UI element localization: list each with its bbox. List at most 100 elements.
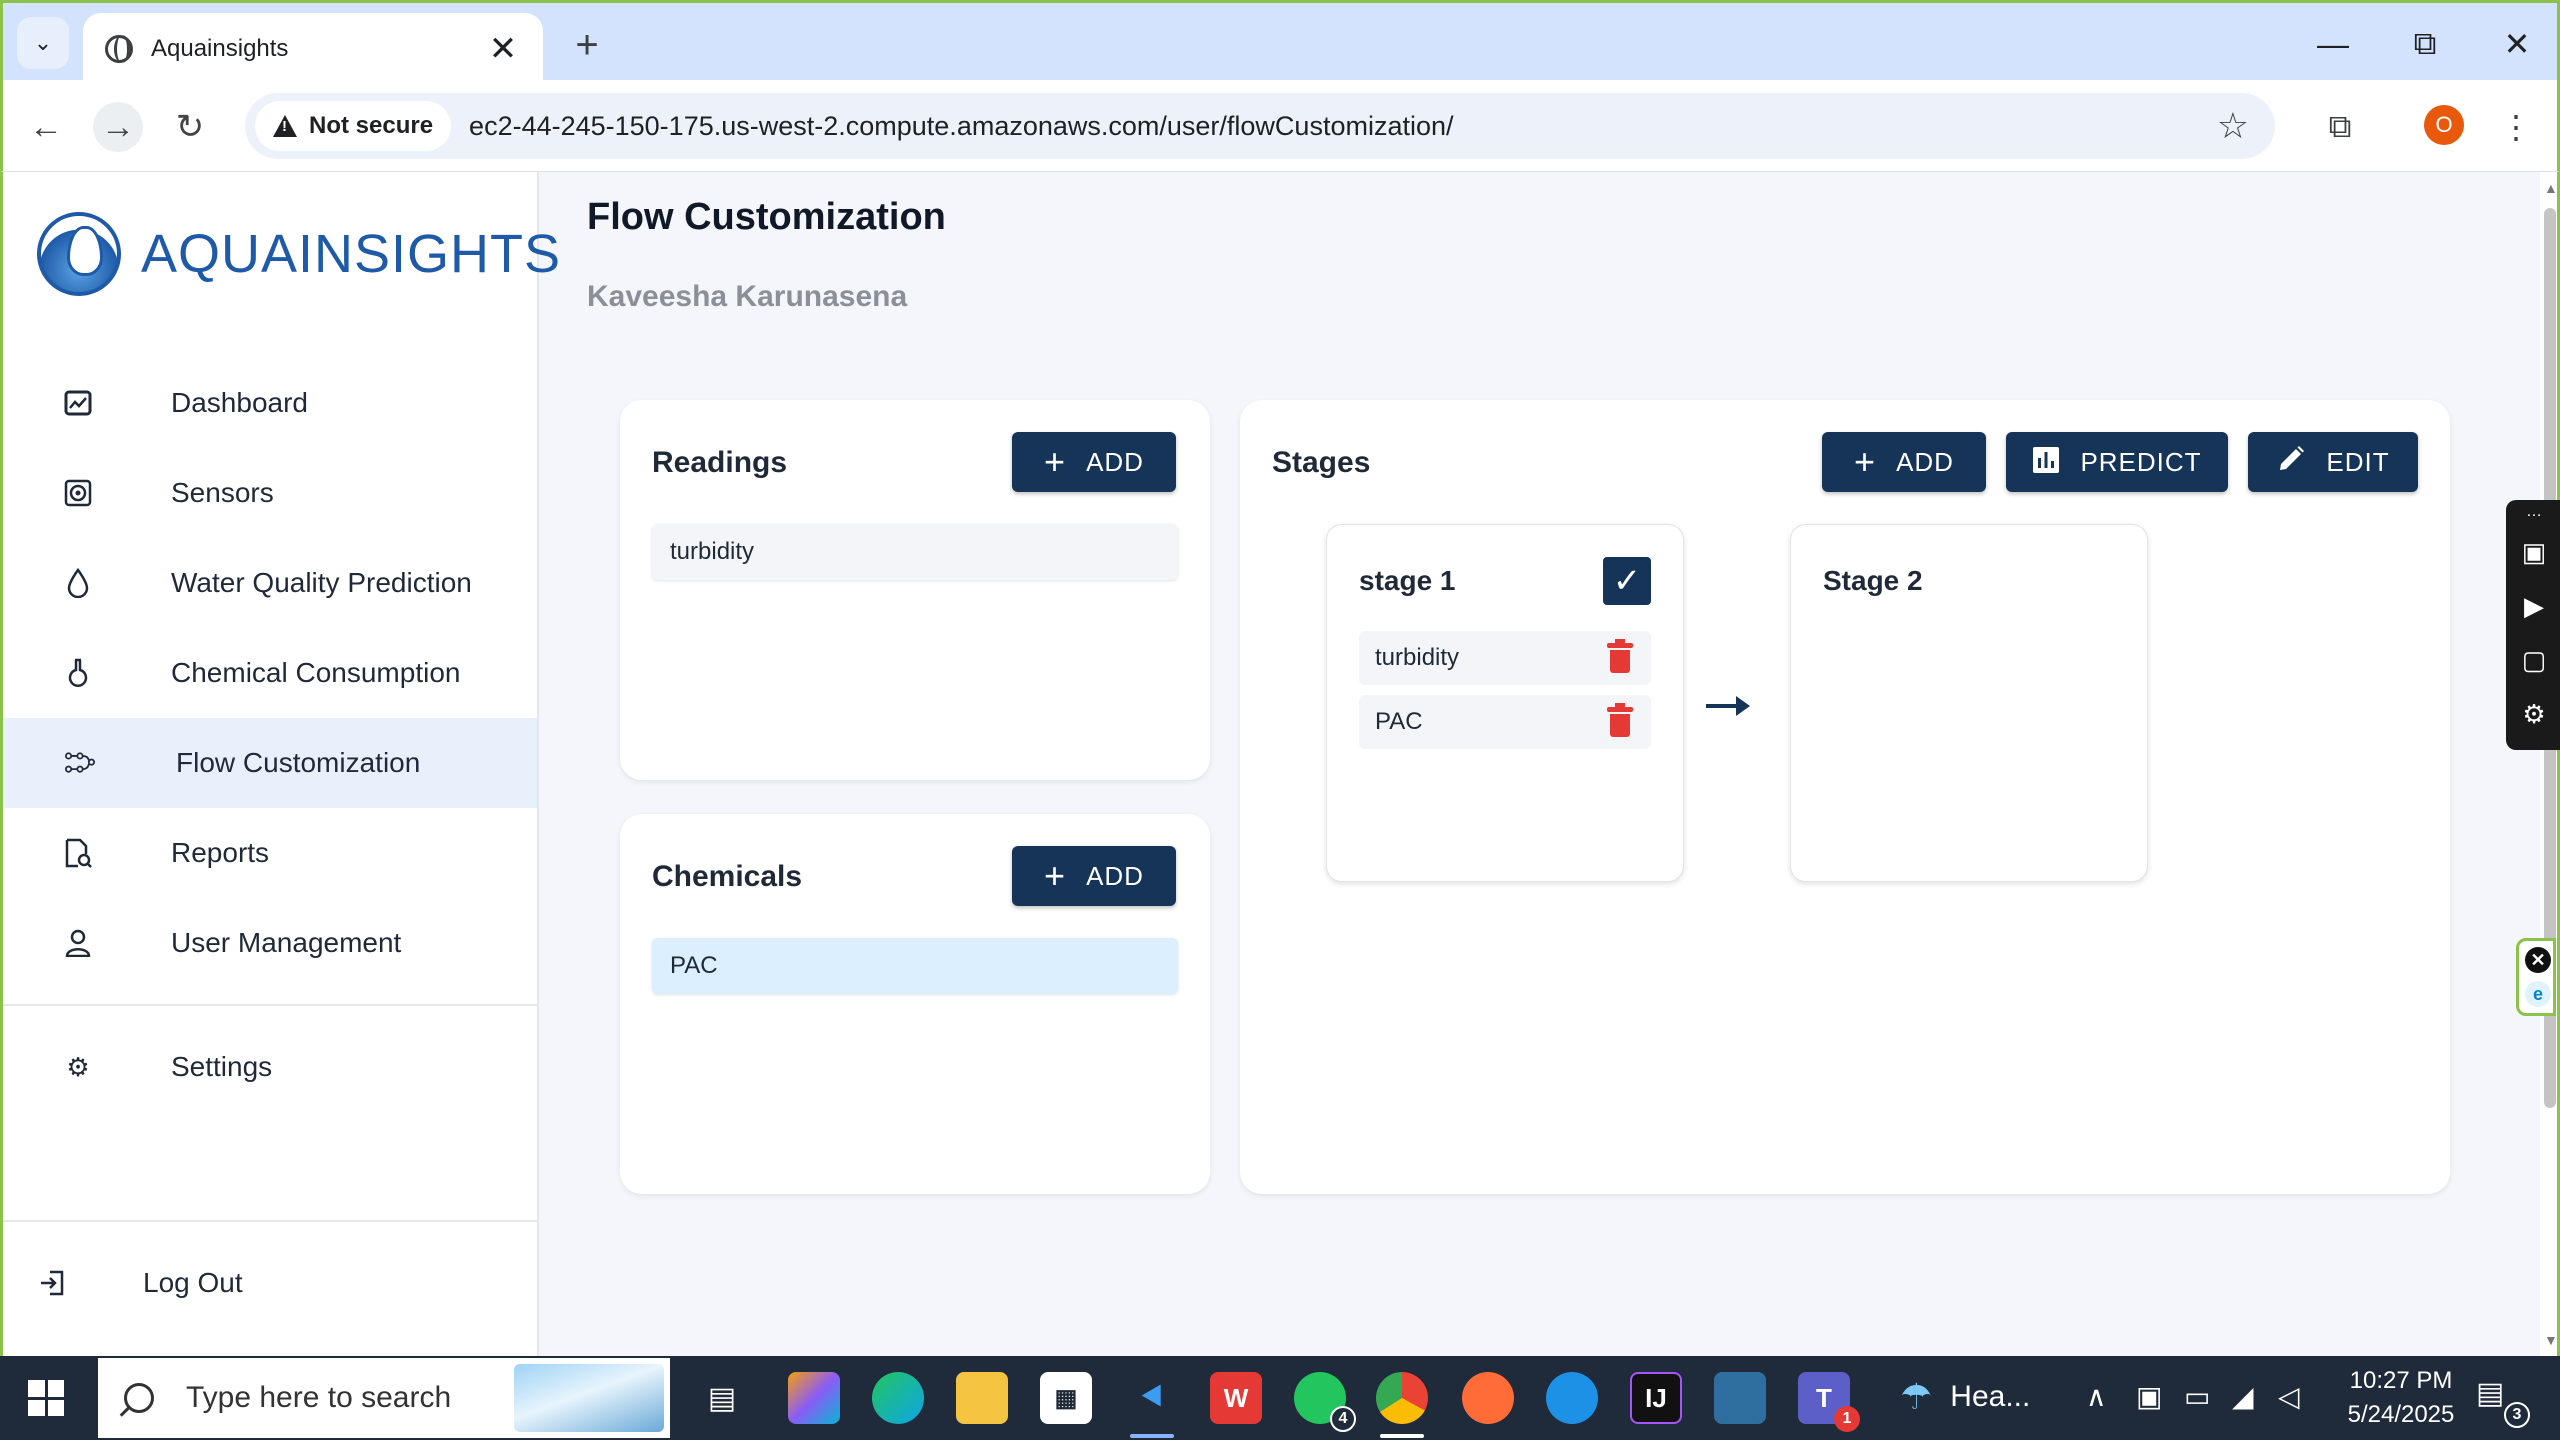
sidebar: AQUAINSIGHTS Dashboard Sensors Water Qua… xyxy=(3,172,560,1356)
logout-button[interactable]: Log Out xyxy=(3,1238,537,1328)
teams-badge: 1 xyxy=(1834,1406,1860,1432)
sidebar-item-label: Sensors xyxy=(171,477,274,508)
weather-widget[interactable]: ☂ Hea... xyxy=(1900,1376,2030,1418)
scroll-down-icon[interactable]: ▼ xyxy=(2544,1332,2558,1348)
add-stage-button[interactable]: + ADD xyxy=(1822,432,1986,492)
whatsapp-badge: 4 xyxy=(1330,1406,1356,1432)
notification-center-icon[interactable]: ▤ 3 xyxy=(2476,1376,2530,1428)
stage-card[interactable]: stage 1 ✓ turbidity PAC xyxy=(1326,524,1684,882)
whatsapp-icon[interactable]: 4 xyxy=(1294,1372,1356,1432)
tab-title: Aquainsights xyxy=(151,35,289,62)
sidebar-item-flow-customization[interactable]: Flow Customization xyxy=(3,718,537,808)
drop-icon xyxy=(63,568,93,598)
volume-muted-icon[interactable]: ◁ xyxy=(2278,1380,2300,1413)
close-window-button[interactable]: ✕ xyxy=(2487,19,2547,69)
chemicals-card: Chemicals + ADD PAC xyxy=(620,814,1210,1194)
edit-button[interactable]: EDIT xyxy=(2248,432,2418,492)
sidebar-item-reports[interactable]: Reports xyxy=(3,808,537,898)
windows-start-icon[interactable] xyxy=(28,1380,64,1416)
wps-office-icon[interactable]: W xyxy=(1210,1372,1262,1424)
teams-icon[interactable]: T 1 xyxy=(1798,1372,1860,1432)
window-icon[interactable]: ▢ xyxy=(2516,642,2552,678)
new-tab-button[interactable]: + xyxy=(563,21,611,69)
add-reading-button[interactable]: + ADD xyxy=(1012,432,1176,492)
extension-e-icon[interactable]: e xyxy=(2525,981,2551,1007)
camera-icon[interactable]: ▣ xyxy=(2516,534,2552,570)
readings-card: Readings + ADD turbidity xyxy=(620,400,1210,780)
weather-text: Hea... xyxy=(1950,1380,2031,1413)
close-circle-icon[interactable]: ✕ xyxy=(2525,947,2551,973)
sidebar-item-sensors[interactable]: Sensors xyxy=(3,448,537,538)
add-chemical-button[interactable]: + ADD xyxy=(1012,846,1176,906)
chemicals-title: Chemicals xyxy=(652,860,803,893)
sidebar-item-water-quality-prediction[interactable]: Water Quality Prediction xyxy=(3,538,537,628)
docker-icon[interactable] xyxy=(1546,1372,1598,1424)
scroll-up-icon[interactable]: ▲ xyxy=(2544,180,2558,196)
gear-icon[interactable]: ⚙ xyxy=(2516,696,2552,732)
edit-label: EDIT xyxy=(2326,446,2390,477)
task-view-icon[interactable]: ▤ xyxy=(696,1372,748,1424)
copilot-icon[interactable] xyxy=(788,1372,840,1424)
delete-trash-icon[interactable] xyxy=(1607,639,1633,673)
logout-label: Log Out xyxy=(143,1267,243,1298)
stage-item[interactable]: turbidity xyxy=(1359,631,1651,685)
stage-item[interactable]: PAC xyxy=(1359,695,1651,749)
predict-button[interactable]: PREDICT xyxy=(2006,432,2228,492)
chemical-item[interactable]: PAC xyxy=(652,938,1178,994)
minimize-button[interactable]: — xyxy=(2303,19,2363,69)
wifi-icon[interactable]: ◢ xyxy=(2232,1380,2254,1413)
chrome-icon[interactable] xyxy=(1376,1372,1428,1424)
security-chip[interactable]: Not secure xyxy=(255,101,452,151)
meet-now-icon[interactable]: ▣ xyxy=(2136,1380,2162,1413)
browser-tab[interactable]: Aquainsights ✕ xyxy=(83,13,543,85)
delete-trash-icon[interactable] xyxy=(1607,703,1633,737)
sidebar-divider xyxy=(3,1220,537,1222)
clock-date: 5/24/2025 xyxy=(2347,1401,2455,1428)
menu-kebab-icon[interactable]: ⋮ xyxy=(2493,104,2539,150)
address-bar[interactable]: Not secure ec2-44-245-150-175.us-west-2.… xyxy=(245,93,2275,159)
active-app-indicator xyxy=(1380,1434,1424,1438)
checkmark-icon: ✓ xyxy=(1612,562,1642,600)
edge-icon[interactable] xyxy=(872,1372,924,1424)
store-icon[interactable]: ▦ xyxy=(1040,1372,1092,1424)
sidebar-item-dashboard[interactable]: Dashboard xyxy=(3,358,537,448)
link-icon[interactable]: … xyxy=(2516,500,2552,524)
stage-name: Stage 2 xyxy=(1823,565,1923,596)
close-tab-icon[interactable]: ✕ xyxy=(483,29,523,69)
restore-button[interactable]: ⧉ xyxy=(2395,19,2455,69)
back-button[interactable]: ← xyxy=(21,102,71,152)
video-camera-icon[interactable]: ▶ xyxy=(2516,588,2552,624)
bookmark-star-icon[interactable]: ☆ xyxy=(2217,105,2249,147)
floating-capture-toolbar: … ▣ ▶ ▢ ⚙ xyxy=(2506,500,2560,750)
reading-item[interactable]: turbidity xyxy=(652,524,1178,580)
sidebar-item-settings[interactable]: ⚙ Settings xyxy=(3,1022,537,1112)
sidebar-item-user-management[interactable]: User Management xyxy=(3,898,537,988)
url-text[interactable]: ec2-44-245-150-175.us-west-2.compute.ama… xyxy=(469,111,2217,142)
active-app-indicator xyxy=(1130,1434,1174,1438)
chevron-up-icon[interactable]: ∧ xyxy=(2086,1380,2107,1413)
battery-icon[interactable]: ▭ xyxy=(2184,1380,2210,1413)
bar-chart-icon xyxy=(2032,441,2060,483)
forward-button[interactable]: → xyxy=(93,102,143,152)
sidebar-item-chemical-consumption[interactable]: Chemical Consumption xyxy=(3,628,537,718)
vscode-icon[interactable]: ⯇ xyxy=(1126,1372,1178,1424)
postman-icon[interactable] xyxy=(1462,1372,1514,1424)
reload-button[interactable]: ↻ xyxy=(165,102,215,152)
app-logo[interactable]: AQUAINSIGHTS xyxy=(37,212,561,296)
taskbar-search[interactable]: Type here to search xyxy=(98,1358,670,1438)
tab-search-button[interactable]: ⌄ xyxy=(17,17,69,69)
sidebar-divider xyxy=(3,1004,537,1006)
stage-checkbox[interactable]: ✓ xyxy=(1603,557,1651,605)
file-explorer-icon[interactable] xyxy=(956,1372,1008,1424)
search-icon xyxy=(124,1383,154,1413)
mysql-workbench-icon[interactable] xyxy=(1714,1372,1766,1424)
intellij-icon[interactable]: IJ xyxy=(1630,1372,1682,1424)
stage-card[interactable]: Stage 2 xyxy=(1790,524,2148,882)
sidebar-item-label: Water Quality Prediction xyxy=(171,567,472,598)
add-reading-label: ADD xyxy=(1086,446,1144,477)
page-scrollbar[interactable]: ▲ ▼ xyxy=(2540,172,2560,1356)
profile-avatar[interactable]: O xyxy=(2424,105,2464,145)
extensions-icon[interactable]: ⧉ xyxy=(2317,104,2363,150)
user-icon xyxy=(63,928,93,958)
taskbar-clock[interactable]: 10:27 PM 5/24/2025 xyxy=(2326,1364,2476,1432)
